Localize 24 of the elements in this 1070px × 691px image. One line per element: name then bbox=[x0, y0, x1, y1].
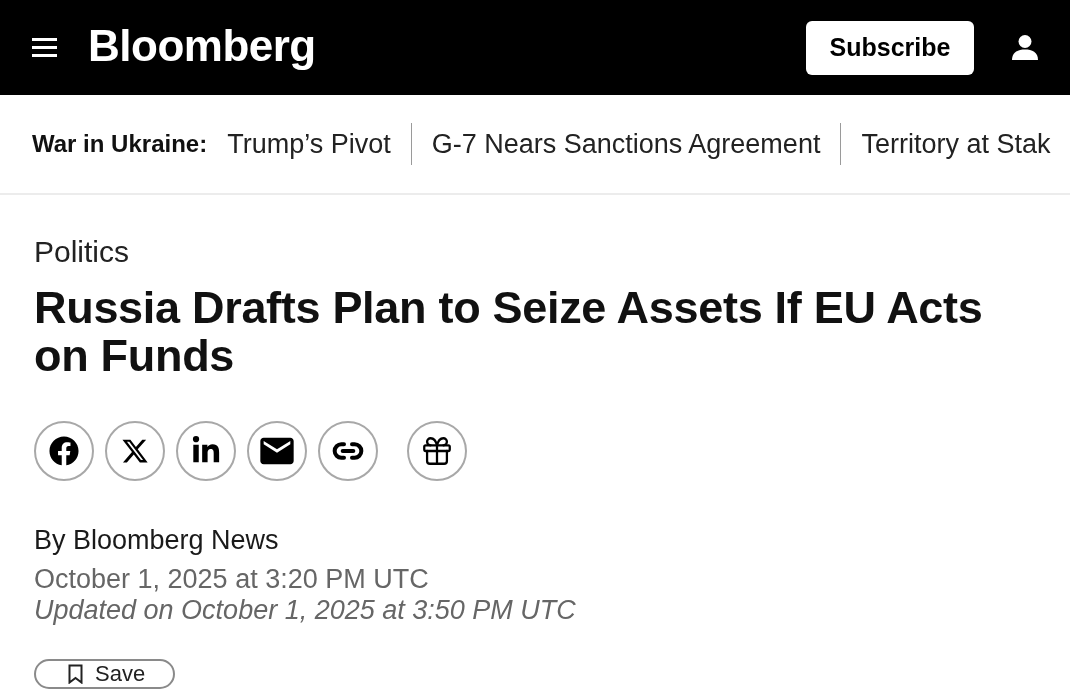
bookmark-icon bbox=[68, 664, 83, 684]
byline: By Bloomberg News bbox=[34, 525, 279, 556]
topic-label: War in Ukraine: bbox=[32, 129, 208, 159]
site-logo[interactable]: Bloomberg bbox=[88, 23, 316, 72]
linkedin-share-button[interactable] bbox=[176, 421, 236, 481]
updated-date: Updated on October 1, 2025 at 3:50 PM UTC bbox=[34, 595, 576, 626]
topic-link[interactable]: G-7 Nears Sanctions Agreement bbox=[431, 123, 821, 165]
topic-link[interactable]: Territory at Stak bbox=[861, 123, 1051, 165]
x-share-button[interactable] bbox=[105, 421, 165, 481]
email-share-button[interactable] bbox=[247, 421, 307, 481]
gift-article-button[interactable] bbox=[407, 421, 467, 481]
subscribe-button[interactable]: Subscribe bbox=[806, 20, 974, 75]
save-button[interactable]: Save bbox=[34, 659, 176, 689]
section-link[interactable]: Politics bbox=[34, 235, 130, 269]
user-icon[interactable] bbox=[1012, 35, 1038, 60]
headline: Russia Drafts Plan to Seize Assets If EU Acts on Funds bbox=[34, 284, 984, 380]
facebook-icon bbox=[49, 436, 79, 466]
x-logo-icon bbox=[121, 437, 149, 465]
gift-icon bbox=[420, 434, 454, 468]
menu-icon[interactable] bbox=[32, 38, 57, 57]
topic-link[interactable]: Trump’s Pivot bbox=[227, 123, 391, 165]
facebook-share-button[interactable] bbox=[34, 421, 94, 481]
publish-date: October 1, 2025 at 3:20 PM UTC bbox=[34, 564, 429, 595]
copy-link-button[interactable] bbox=[318, 421, 378, 481]
